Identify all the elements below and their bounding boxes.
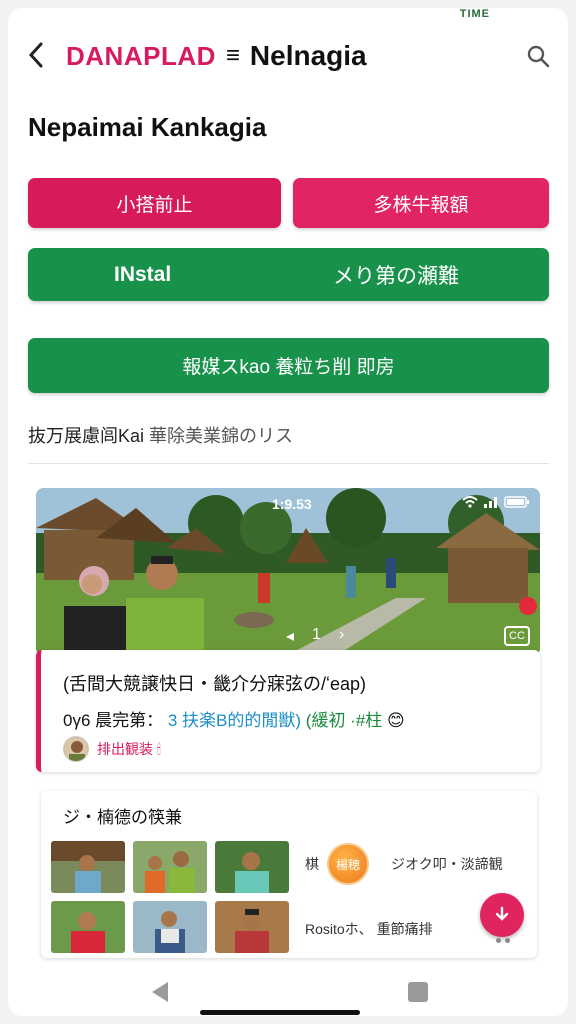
search-icon[interactable] xyxy=(524,42,552,70)
hero-controls: ◂ 1 › xyxy=(286,626,344,646)
side-row-lead: 棋 xyxy=(305,856,319,872)
meta-green-tag[interactable]: (緩初 ·#柱 xyxy=(306,711,383,730)
nav-recents-icon[interactable] xyxy=(408,982,428,1002)
meta-emoji-icon: 😊 xyxy=(387,711,405,730)
captions-icon[interactable]: CC xyxy=(504,626,530,646)
author-name: 排出観装 🕯 xyxy=(97,741,161,757)
install-label: INstal xyxy=(114,262,172,286)
page-title: Nepaimai Kankagia xyxy=(28,112,267,142)
gallery-thumb[interactable] xyxy=(133,901,207,953)
wide-green-button[interactable]: 報媒スkao 養粒ち削 即房 xyxy=(28,338,549,393)
hero-time: 1:9.53 xyxy=(272,496,312,512)
gallery-thumb[interactable] xyxy=(215,841,289,893)
battery-icon xyxy=(504,496,529,508)
next-icon[interactable]: › xyxy=(339,626,344,646)
page-indicator: 1 xyxy=(312,626,321,643)
divider xyxy=(28,463,549,464)
post-meta: 0γ6 晨完第： 3 扶楽B的的閒獣) (緩初 ·#柱 😊 xyxy=(63,706,405,731)
side-row-text: ジオク叩・淡諦観 xyxy=(391,856,503,872)
install-button[interactable]: INstal メり第の瀬難 xyxy=(28,248,549,301)
back-icon[interactable] xyxy=(22,40,50,70)
menu-icon[interactable]: ≡ xyxy=(226,42,240,70)
gallery-side-row-2[interactable]: Rositoホ、 重節痛排 xyxy=(305,919,433,939)
meta-lead: 0γ6 晨完第： xyxy=(63,711,164,730)
app-bar: DANAPLAD ≡ Nelnagia xyxy=(8,30,568,80)
subtitle-main: 抜万展慮闾Kai xyxy=(28,426,145,446)
meta-blue-tag[interactable]: 3 扶楽B的的閒獣) xyxy=(168,711,301,730)
brand-accent: DANAPLAD xyxy=(66,40,216,71)
nav-back-icon[interactable] xyxy=(148,980,172,1009)
brand-logo[interactable]: DANAPLAD ≡ Nelnagia xyxy=(66,40,367,72)
fab-indicator xyxy=(496,938,510,943)
gallery-thumb[interactable] xyxy=(51,901,125,953)
install-sub-label: メり第の瀬難 xyxy=(333,264,459,288)
gallery-card: ジ・楠德の筷兼 棋 楊穂 ジオク叩・淡諦観 Rositoホ、 重節痛排 xyxy=(41,791,537,958)
side-row-2-text: Rositoホ、 重節痛排 xyxy=(305,921,433,937)
gallery-thumb[interactable] xyxy=(215,901,289,953)
wifi-icon xyxy=(462,496,478,508)
gallery-thumb[interactable] xyxy=(133,841,207,893)
hero-video[interactable]: 1:9.53 ◂ 1 › CC xyxy=(36,488,540,656)
signal-icon xyxy=(484,497,497,508)
orange-badge[interactable]: 楊穂 xyxy=(327,843,369,885)
avatar xyxy=(63,736,89,762)
download-icon xyxy=(495,906,509,921)
section-subtitle: 抜万展慮闾Kai 華除美業錦のリス xyxy=(28,422,293,448)
subtitle-muted: 華除美業錦のリス xyxy=(149,426,294,446)
primary-action-button[interactable]: 小搭前止 xyxy=(28,178,281,228)
post-author[interactable]: 排出観装 🕯 xyxy=(63,736,161,762)
phone-screen: TIME DANAPLAD ≡ Nelnagia Nepaimai Kankag… xyxy=(8,8,568,1016)
home-indicator[interactable] xyxy=(200,1010,360,1015)
download-fab-button[interactable] xyxy=(480,893,524,937)
hero-status-icons xyxy=(462,496,530,508)
prev-icon[interactable]: ◂ xyxy=(286,626,294,646)
post-card[interactable]: (舌間大競譲快日・畿介分寐弦の/ʻeap) 0γ6 晨完第： 3 扶楽B的的閒獣… xyxy=(36,650,540,772)
brand-name: Nelnagia xyxy=(249,40,367,71)
gallery-side-row[interactable]: 棋 楊穂 ジオク叩・淡諦観 xyxy=(305,843,503,885)
status-time: TIME xyxy=(459,8,490,20)
gallery-thumb[interactable] xyxy=(51,841,125,893)
secondary-action-button[interactable]: 多株牛報額 xyxy=(293,178,549,228)
gallery-title: ジ・楠德の筷兼 xyxy=(63,808,182,827)
post-title: (舌間大競譲快日・畿介分寐弦の/ʻeap) xyxy=(63,674,367,694)
